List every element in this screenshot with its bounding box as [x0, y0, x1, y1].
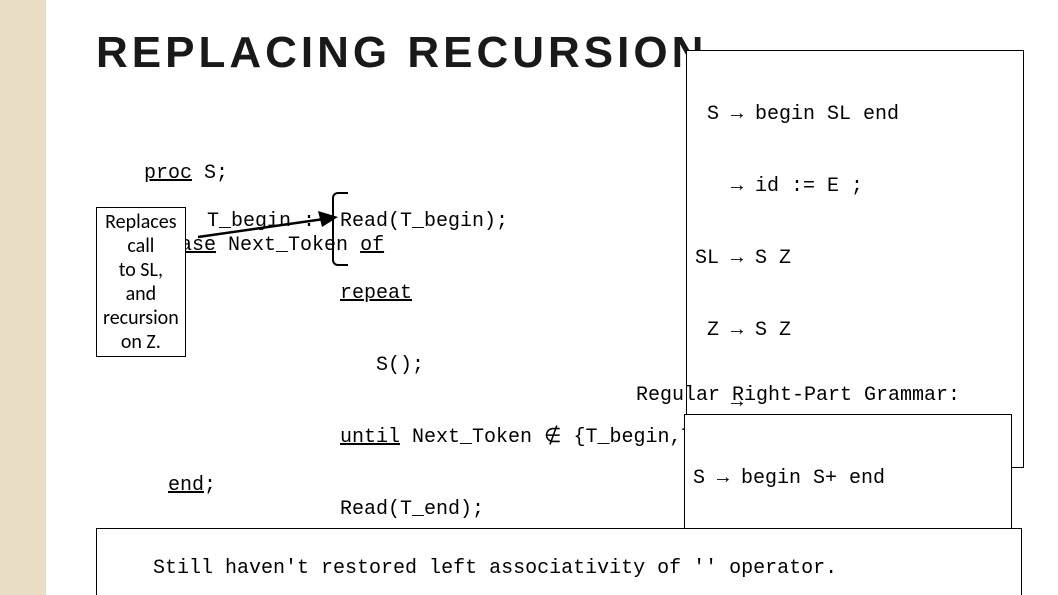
bottom-note-text: Still haven't restored left associativit…: [153, 557, 837, 580]
regular-grammar-label: Regular Right-Part Grammar:: [636, 384, 960, 408]
replaces-box: Replaces call to SL, and recursion on Z.: [96, 207, 186, 357]
replaces-l4: and: [103, 282, 179, 306]
slide: REPLACING RECURSION proc S; case Next_To…: [0, 0, 1058, 595]
replaces-l2: call: [103, 234, 179, 258]
kw-proc: proc: [144, 162, 192, 185]
grammar-l4: Z → S Z: [695, 319, 1015, 343]
grammar-l1: S → begin SL end: [695, 103, 1015, 127]
grammar-l3: SL → S Z: [695, 247, 1015, 271]
kw-until: until: [340, 426, 400, 449]
replaces-l6: on Z.: [103, 330, 179, 354]
wavy-border: [0, 0, 46, 595]
replaces-l3: to SL,: [103, 258, 179, 282]
grammar-l2: → id := E ;: [695, 175, 1015, 199]
kw-end-1: end: [168, 474, 204, 497]
regular-l1: S → begin S+ end: [693, 467, 1003, 491]
replaces-l1: Replaces: [103, 210, 179, 234]
kw-repeat: repeat: [340, 282, 412, 305]
arrow-icon: [198, 205, 338, 245]
slide-title: REPLACING RECURSION: [96, 28, 707, 78]
replaces-l5: recursion: [103, 306, 179, 330]
bottom-note-box: Still haven't restored left associativit…: [96, 528, 1022, 595]
